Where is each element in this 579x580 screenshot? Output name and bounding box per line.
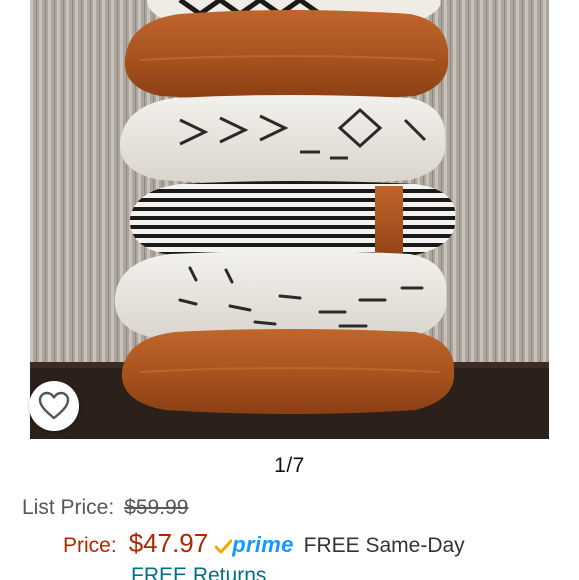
prime-check-icon (215, 539, 233, 554)
image-counter: 1/7 (274, 454, 305, 477)
product-detail-page: 1/7 List Price: $59.99 Price: $47.97 prim… (0, 0, 579, 580)
list-price-value: $59.99 (124, 496, 189, 519)
price-row: Price: $47.97 prime FREE Same-Day (63, 528, 465, 559)
list-price-label: List Price: (22, 496, 115, 519)
delivery-text: FREE Same-Day (303, 534, 465, 557)
pillow-stack-photo (30, 0, 549, 439)
price-label: Price: (63, 534, 117, 557)
price-value: $47.97 (128, 528, 209, 558)
wishlist-button[interactable] (29, 381, 79, 431)
prime-badge[interactable]: prime (215, 532, 293, 558)
product-image[interactable] (30, 0, 549, 439)
heart-outline-icon (38, 391, 70, 420)
list-price-row: List Price: $59.99 (22, 496, 188, 520)
free-returns-link[interactable]: FREE Returns (131, 564, 266, 580)
prime-logo-text: prime (232, 532, 294, 557)
